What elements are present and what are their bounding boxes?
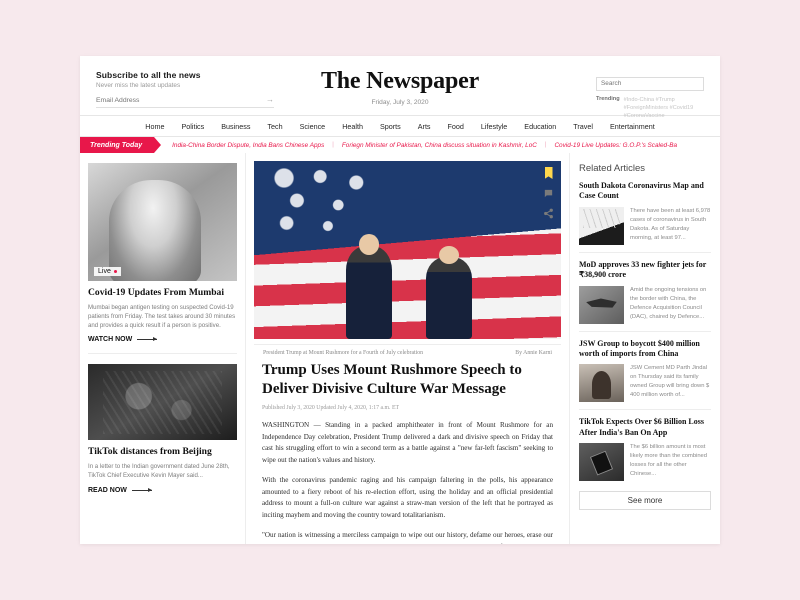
live-badge: Live bbox=[94, 267, 122, 276]
related-article-description: JSW Cement MD Parth Jindal on Thursday s… bbox=[630, 365, 710, 399]
article-paragraph: WASHINGTON — Standing in a packed amphit… bbox=[262, 421, 553, 464]
nav-item-health[interactable]: Health bbox=[342, 122, 363, 131]
read-now-label: READ NOW bbox=[88, 486, 127, 494]
trending-tags[interactable]: #Indo-China #Trump #ForeignMinisters #Co… bbox=[624, 96, 704, 120]
article-body: Trump Uses Mount Rushmore Speech to Deli… bbox=[246, 356, 569, 544]
related-article-description: Amid the ongoing tensions on the border … bbox=[630, 286, 707, 320]
article-paragraph: With the coronavirus pandemic raging and… bbox=[262, 476, 553, 519]
side-card-image-tiktok bbox=[88, 364, 237, 441]
side-card-desc-tiktok: In a letter to the Indian government dat… bbox=[88, 463, 230, 480]
hero-caption-row: President Trump at Mount Rushmore for a … bbox=[254, 344, 561, 356]
hero-image bbox=[254, 161, 561, 339]
article-headline: Trump Uses Mount Rushmore Speech to Deli… bbox=[262, 362, 522, 397]
bookmark-icon[interactable] bbox=[544, 167, 553, 179]
nav-item-sports[interactable]: Sports bbox=[380, 122, 401, 131]
side-card-image-covid: Live bbox=[88, 163, 237, 281]
trending-label: Trending bbox=[596, 95, 620, 102]
side-card-tiktok[interactable]: TikTok distances from Beijing In a lette… bbox=[88, 364, 237, 494]
related-article-headline: JSW Group to boycott $400 million worth … bbox=[579, 338, 700, 358]
newspaper-page-frame: Subscribe to all the news Never miss the… bbox=[80, 56, 720, 544]
related-article-row: The $6 billion amount is most likely mor… bbox=[579, 443, 711, 482]
arrow-right-icon bbox=[131, 487, 152, 492]
related-divider bbox=[579, 251, 711, 253]
nav-item-entertainment[interactable]: Entertainment bbox=[610, 122, 655, 131]
related-articles-title: Related Articles bbox=[579, 163, 646, 174]
related-article-item[interactable]: MoD approves 33 new fighter jets for ₹38… bbox=[579, 260, 711, 324]
article-paragraph: "Our nation is witnessing a merciless ca… bbox=[262, 531, 553, 544]
share-icon[interactable] bbox=[543, 208, 554, 219]
ticker-items: India-China Border Dispute, India Bans C… bbox=[154, 137, 720, 153]
related-article-description: There have been at least 6,978 cases of … bbox=[630, 207, 711, 241]
article-tools bbox=[543, 167, 554, 219]
live-label: Live bbox=[98, 268, 111, 275]
related-article-row: JSW Cement MD Parth Jindal on Thursday s… bbox=[579, 364, 711, 403]
related-article-item[interactable]: TikTok Expects Over $6 Billion Loss Afte… bbox=[579, 417, 711, 482]
related-article-item[interactable]: South Dakota Coronavirus Map and Case Co… bbox=[579, 181, 711, 245]
search-block: Trending #Indo-China #Trump #ForeignMini… bbox=[596, 72, 704, 120]
watch-now-label: WATCH NOW bbox=[88, 336, 133, 344]
related-article-item[interactable]: JSW Group to boycott $400 million worth … bbox=[579, 339, 711, 403]
ticker-badge: Trending Today bbox=[80, 137, 162, 153]
ticker-separator: | bbox=[544, 142, 547, 148]
related-article-headline: TikTok Expects Over $6 Billion Loss Afte… bbox=[579, 417, 704, 437]
nav-item-business[interactable]: Business bbox=[221, 122, 250, 131]
nav-item-science[interactable]: Science bbox=[300, 122, 326, 131]
related-divider bbox=[579, 330, 711, 332]
comment-icon[interactable] bbox=[543, 188, 554, 199]
article-paragraphs: WASHINGTON — Standing in a packed amphit… bbox=[262, 420, 553, 544]
healthcare-worker-figure bbox=[108, 179, 202, 281]
related-article-description: The $6 billion amount is most likely mor… bbox=[630, 444, 708, 478]
phone-thumbnail bbox=[579, 443, 624, 482]
map-graphic bbox=[102, 370, 223, 435]
trending-ticker: Trending Today India-China Border Disput… bbox=[80, 137, 720, 153]
masthead: Subscribe to all the news Never miss the… bbox=[80, 56, 720, 119]
nav-item-home[interactable]: Home bbox=[145, 122, 164, 131]
related-article-row: Amid the ongoing tensions on the border … bbox=[579, 285, 711, 324]
sidebar-divider bbox=[88, 353, 237, 355]
related-articles-list: South Dakota Coronavirus Map and Case Co… bbox=[579, 181, 711, 482]
nav-item-arts[interactable]: Arts bbox=[418, 122, 431, 131]
nav-item-education[interactable]: Education bbox=[524, 122, 556, 131]
article-timestamp: Published July 3, 2020 Updated July 4, 2… bbox=[262, 405, 400, 412]
see-more-button[interactable]: See more bbox=[579, 491, 711, 511]
speaker-figure bbox=[346, 234, 393, 339]
ticker-item[interactable]: India-China Border Dispute, India Bans C… bbox=[172, 142, 324, 149]
related-divider bbox=[579, 409, 711, 411]
ticker-separator: | bbox=[332, 142, 334, 148]
watch-now-button[interactable]: WATCH NOW bbox=[88, 336, 237, 343]
map-thumbnail bbox=[579, 206, 624, 245]
ticker-item[interactable]: Foriegn Minister of Pakistan, China disc… bbox=[342, 142, 537, 149]
nav-item-politics[interactable]: Politics bbox=[181, 122, 204, 131]
fighter-jet-thumbnail bbox=[579, 285, 624, 324]
nav-item-tech[interactable]: Tech bbox=[267, 122, 282, 131]
content-area: Live Covid-19 Updates From Mumbai Mumbai… bbox=[80, 153, 720, 544]
flag-stars bbox=[266, 166, 396, 242]
side-card-covid[interactable]: Live Covid-19 Updates From Mumbai Mumbai… bbox=[88, 163, 237, 343]
related-articles-sidebar: Related Articles South Dakota Coronaviru… bbox=[570, 153, 720, 544]
related-article-headline: South Dakota Coronavirus Map and Case Co… bbox=[579, 181, 704, 201]
trending-row: Trending #Indo-China #Trump #ForeignMini… bbox=[596, 96, 704, 120]
portrait-thumbnail bbox=[579, 364, 624, 403]
nav-item-lifestyle[interactable]: Lifestyle bbox=[481, 122, 507, 131]
read-now-button[interactable]: READ NOW bbox=[88, 487, 237, 494]
nav-item-travel[interactable]: Travel bbox=[573, 122, 593, 131]
ticker-item[interactable]: Covid-19 Live Updates: G.O.P.'s Scaled-B… bbox=[554, 142, 677, 149]
related-article-row: There have been at least 6,978 cases of … bbox=[579, 206, 711, 245]
attendee-figure bbox=[425, 246, 472, 339]
arrow-right-icon bbox=[137, 337, 158, 342]
nav-item-food[interactable]: Food bbox=[448, 122, 464, 131]
search-input[interactable] bbox=[596, 76, 704, 91]
left-sidebar: Live Covid-19 Updates From Mumbai Mumbai… bbox=[80, 153, 246, 544]
side-card-desc-covid: Mumbai began antigen testing on suspecte… bbox=[88, 303, 236, 330]
live-dot-icon bbox=[113, 269, 118, 274]
main-article-column: President Trump at Mount Rushmore for a … bbox=[246, 153, 570, 544]
related-article-headline: MoD approves 33 new fighter jets for ₹38… bbox=[579, 259, 707, 280]
side-card-title-tiktok: TikTok distances from Beijing bbox=[88, 446, 212, 458]
side-card-title-covid: Covid-19 Updates From Mumbai bbox=[88, 287, 225, 298]
